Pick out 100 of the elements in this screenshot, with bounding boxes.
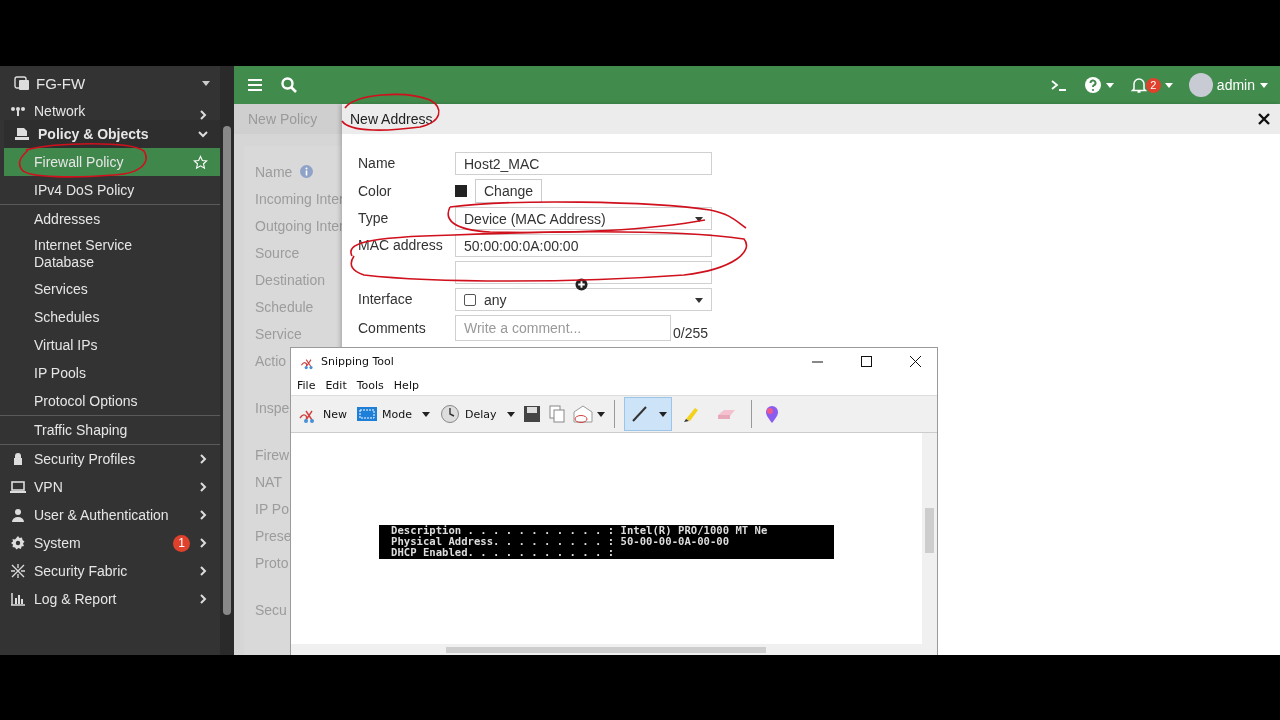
drawing-tool-button[interactable] [623, 397, 672, 431]
menu-icon[interactable] [246, 76, 264, 94]
menu-item[interactable]: VPN [0, 473, 220, 501]
name-field[interactable]: Host2_MAC [455, 152, 712, 175]
field-label: Schedule [255, 298, 314, 315]
count-badge: 1 [173, 534, 190, 552]
menu-item[interactable]: File [297, 378, 316, 392]
scrollbar[interactable] [291, 644, 922, 655]
submenu-item[interactable]: Services [0, 275, 220, 303]
field-label: Firew [255, 446, 290, 463]
interface-dropdown[interactable]: any [455, 288, 712, 311]
chevron-right-icon [198, 110, 208, 120]
field-label: Proto [255, 554, 289, 571]
menu-item[interactable]: User & Authentication [0, 501, 220, 529]
caret-icon[interactable] [422, 410, 430, 418]
caret-icon [202, 79, 210, 87]
bell-icon[interactable] [1129, 76, 1148, 94]
submenu-item[interactable]: Protocol Options [0, 387, 220, 415]
caret-icon[interactable] [658, 410, 667, 418]
menu-item[interactable]: Security Fabric [0, 557, 220, 585]
menu-item[interactable]: System 1 [0, 529, 220, 557]
chevron-right-icon [198, 594, 208, 604]
field-label: IP Po [255, 500, 289, 517]
field-label: Service [255, 325, 302, 342]
caret-icon[interactable] [506, 410, 515, 418]
window-title: Snipping Tool [321, 355, 395, 368]
type-dropdown[interactable]: Device (MAC Address) [455, 207, 712, 230]
submenu-item[interactable]: IP Pools [0, 359, 220, 387]
notification-badge: 2 [1145, 77, 1161, 93]
submenu-item[interactable]: Virtual IPs [0, 331, 220, 359]
scrollbar[interactable] [220, 66, 234, 655]
bar-chart-icon [10, 591, 26, 607]
change-button[interactable]: Change [475, 179, 543, 203]
caret-icon [695, 295, 703, 304]
toolbar-button[interactable]: Delay [436, 400, 518, 428]
submenu-item[interactable]: Schedules [0, 303, 220, 331]
chevron-right-icon [198, 454, 208, 464]
menu-item[interactable]: Help [393, 378, 419, 392]
checkbox[interactable] [464, 293, 476, 306]
help-icon[interactable] [1083, 76, 1102, 94]
gear-icon [10, 535, 26, 551]
laptop-icon [10, 479, 26, 495]
toolbar-button[interactable]: Mode [353, 400, 433, 428]
document-icon [14, 126, 30, 142]
field-label: Destination [255, 271, 326, 288]
star-icon[interactable] [193, 154, 208, 170]
menu-item[interactable]: Log & Report [0, 585, 220, 613]
chevron-down-icon [198, 129, 208, 139]
submenu-item[interactable]: Internet Service Database [0, 233, 220, 275]
character-counter: 0/255 [673, 325, 709, 341]
field-label: Comments [358, 318, 427, 338]
field-label: Interface [358, 290, 414, 309]
envelope-icon[interactable] [570, 404, 605, 424]
mac-address-field[interactable] [455, 261, 712, 284]
menu-item[interactable]: Security Profiles [0, 445, 220, 473]
menu-item[interactable]: Policy & Objects [4, 120, 220, 148]
toolbar-button[interactable]: New [294, 400, 350, 428]
submenu-item[interactable]: Addresses [0, 205, 220, 233]
field-label: Inspe [255, 399, 290, 416]
field-label: Actio [255, 352, 287, 369]
caret-icon [695, 214, 703, 223]
field-label: Type [358, 209, 390, 228]
add-icon[interactable] [575, 278, 588, 291]
field-label: Outgoing Inter [255, 217, 344, 234]
field-label: Prese [255, 527, 292, 544]
console-line: DHCP Enabled. . . . . . . . . . . : [391, 547, 616, 558]
field-label: MAC address [358, 236, 444, 255]
user-icon [10, 507, 26, 523]
field-label: Name [255, 163, 293, 180]
avatar[interactable] [1188, 73, 1213, 97]
field-label: Name [358, 154, 397, 173]
search-icon[interactable] [280, 76, 298, 94]
clock-icon [439, 404, 461, 424]
field-label: Color [358, 181, 393, 201]
submenu-item[interactable]: IPv4 DoS Policy [0, 176, 220, 204]
color-swatch [455, 185, 467, 197]
console-line: Description . . . . . . . . . . . : Intel(R) PRO/1000 MT Ne [391, 525, 769, 536]
submenu-item[interactable]: Traffic Shaping [0, 416, 220, 444]
close-icon[interactable] [1258, 113, 1270, 125]
rectangle-icon [356, 404, 378, 424]
scrollbar[interactable] [922, 433, 937, 644]
chevron-right-icon [198, 482, 208, 492]
field-label: Secu [255, 601, 287, 618]
chevron-right-icon [198, 510, 208, 520]
submenu-item[interactable]: Firewall Policy [4, 148, 220, 176]
field-label: Incoming Inter [255, 190, 344, 207]
user-menu[interactable]: admin [1216, 77, 1268, 93]
chevron-right-icon [198, 538, 208, 548]
device-icon [14, 75, 30, 91]
menu-item[interactable]: Network [0, 100, 220, 120]
field-label: NAT [255, 473, 282, 490]
field-label: Source [255, 244, 300, 261]
mac-address-field[interactable]: 50:00:00:0A:00:00 [455, 234, 712, 257]
sparkle-icon [10, 563, 26, 579]
menu-item[interactable]: Tools [356, 378, 384, 392]
panel-title: New Address [350, 111, 434, 127]
device-name: FG-FW [36, 74, 87, 92]
info-icon[interactable] [300, 165, 314, 178]
menu-item[interactable]: Edit [325, 378, 347, 392]
chevron-right-icon [198, 566, 208, 576]
